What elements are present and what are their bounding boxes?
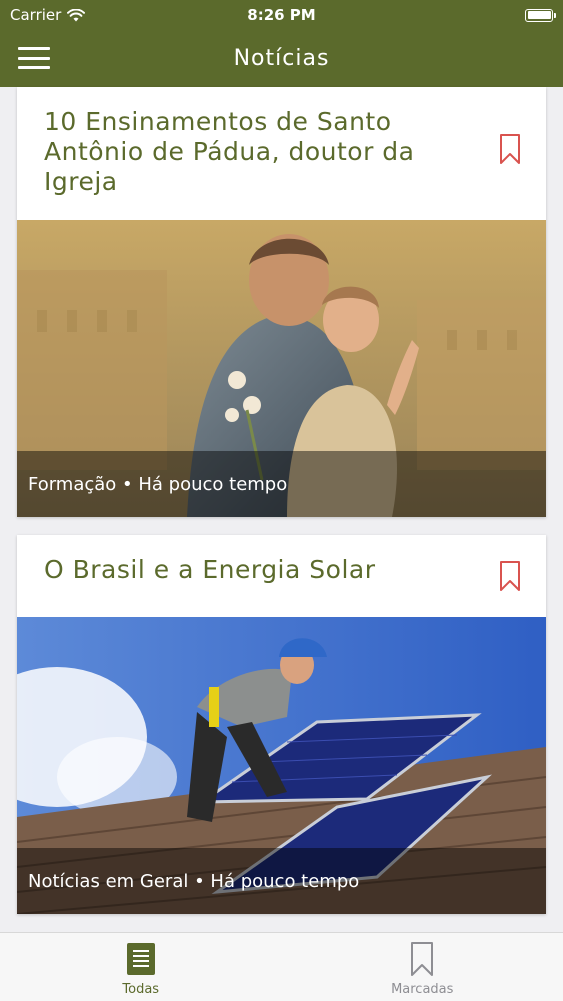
tab-label: Marcadas: [391, 982, 453, 997]
hamburger-icon: [18, 47, 50, 50]
card-header: O Brasil e a Energia Solar: [17, 535, 546, 617]
article-meta: Notícias em Geral • Há pouco tempo: [17, 848, 546, 914]
status-time: 8:26 PM: [247, 6, 315, 24]
article-title[interactable]: O Brasil e a Energia Solar: [17, 535, 546, 585]
wifi-icon: [67, 9, 85, 22]
article-title[interactable]: 10 Ensinamentos de Santo Antônio de Pádu…: [17, 87, 546, 197]
nav-bar: Notícias: [0, 30, 563, 87]
bookmark-icon: [410, 942, 434, 976]
tab-label: Todas: [122, 982, 159, 997]
bookmark-icon[interactable]: [500, 561, 520, 591]
document-icon: [125, 942, 157, 976]
tab-bar: Todas Marcadas: [0, 932, 563, 1001]
status-left: Carrier: [10, 6, 85, 24]
card-header: 10 Ensinamentos de Santo Antônio de Pádu…: [17, 87, 546, 220]
tab-marcadas[interactable]: Marcadas: [282, 933, 563, 1001]
tab-todas[interactable]: Todas: [0, 933, 282, 1001]
status-bar: Carrier 8:26 PM: [0, 0, 563, 30]
article-card[interactable]: 10 Ensinamentos de Santo Antônio de Pádu…: [17, 87, 546, 517]
article-card[interactable]: O Brasil e a Energia Solar: [17, 535, 546, 914]
bookmark-icon[interactable]: [500, 134, 520, 164]
carrier-label: Carrier: [10, 6, 61, 24]
article-image[interactable]: Notícias em Geral • Há pouco tempo: [17, 617, 546, 914]
battery-icon: [525, 9, 553, 22]
menu-button[interactable]: [18, 47, 50, 69]
article-image[interactable]: Formação • Há pouco tempo: [17, 220, 546, 517]
article-meta: Formação • Há pouco tempo: [17, 451, 546, 517]
page-title: Notícias: [234, 46, 330, 71]
